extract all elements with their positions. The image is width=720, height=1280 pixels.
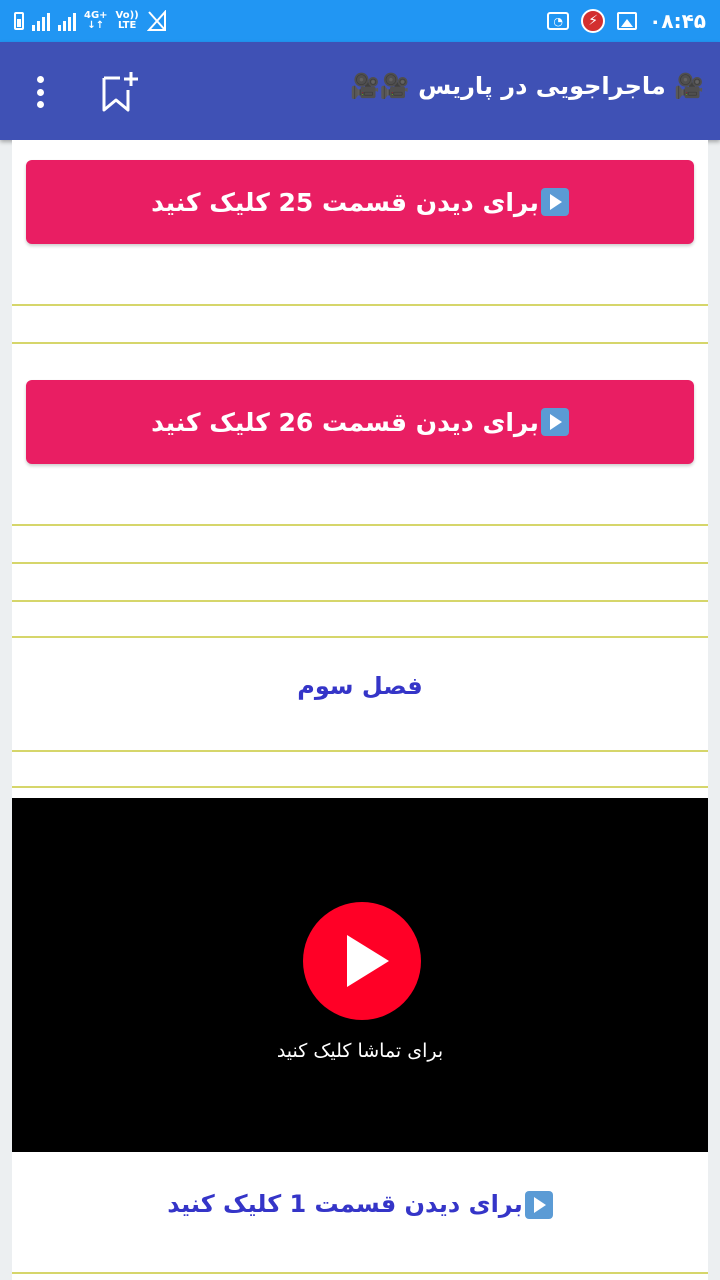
divider: [12, 304, 708, 306]
gallery-icon: [617, 12, 638, 30]
app-bar: 🎥 ماجراجویی در پاریس 🎥🎥: [0, 42, 720, 140]
status-time: ۰۸:۴۵: [649, 9, 706, 33]
divider: [12, 562, 708, 564]
divider: [12, 786, 708, 788]
more-vert-icon: [36, 76, 44, 83]
status-bar: 4G+ ↓↑ Vo)) LTE ◔ ⚡ ۰۸:۴۵: [0, 0, 720, 42]
video-play-button[interactable]: [303, 902, 421, 1020]
status-icons-left: 4G+ ↓↑ Vo)) LTE: [14, 8, 167, 34]
play-button-icon: [540, 188, 569, 216]
page-title: 🎥 ماجراجویی در پاریس 🎥🎥: [350, 72, 704, 100]
episode-button-label: برای دیدن قسمت 26 کلیک کنید: [151, 407, 539, 437]
divider: [12, 1272, 708, 1274]
battery-icon: [14, 12, 24, 30]
episode-link-label: برای دیدن قسمت 1 کلیک کنید: [167, 1190, 523, 1218]
divider: [12, 600, 708, 602]
no-sim-icon: [146, 10, 166, 31]
signal-icon: [32, 11, 50, 31]
overflow-menu-button[interactable]: [24, 72, 56, 112]
wifi-icon: ◔: [547, 12, 570, 30]
divider: [12, 524, 708, 526]
bookmark-add-icon[interactable]: [96, 70, 140, 114]
play-button-icon: [524, 1191, 553, 1219]
episode-1-link[interactable]: برای دیدن قسمت 1 کلیک کنید: [12, 1190, 708, 1219]
content-area[interactable]: برای دیدن قسمت 25 کلیک کنید برای دیدن قس…: [12, 140, 708, 1280]
power-saver-icon: ⚡: [581, 9, 606, 33]
video-player[interactable]: برای تماشا کلیک کنید: [12, 798, 708, 1152]
network-type-label: 4G+ ↓↑: [84, 10, 108, 31]
episode-25-button[interactable]: برای دیدن قسمت 25 کلیک کنید: [26, 160, 694, 244]
volte-label: Vo)) LTE: [115, 10, 139, 31]
section-title: فصل سوم: [297, 672, 423, 700]
episode-button-label: برای دیدن قسمت 25 کلیک کنید: [151, 187, 539, 217]
divider: [12, 342, 708, 344]
status-icons-right: ◔ ⚡ ۰۸:۴۵: [547, 8, 706, 34]
signal-icon-2: [58, 11, 76, 31]
video-caption: برای تماشا کلیک کنید: [276, 1040, 444, 1062]
episode-26-button[interactable]: برای دیدن قسمت 26 کلیک کنید: [26, 380, 694, 464]
play-button-icon: [540, 408, 569, 436]
divider: [12, 636, 708, 638]
divider: [12, 750, 708, 752]
